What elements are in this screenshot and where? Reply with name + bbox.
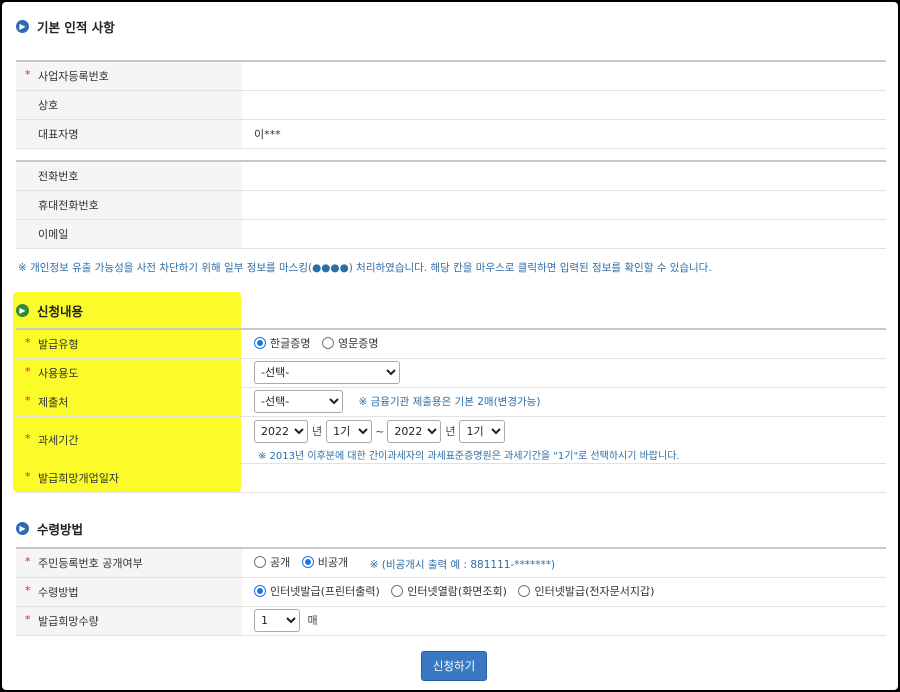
arrow-right-circle-icon: ▶ bbox=[16, 522, 29, 535]
application-section-title: ▶ 신청내용 bbox=[16, 301, 83, 320]
required-star: * bbox=[25, 583, 31, 597]
company-name-value[interactable] bbox=[242, 90, 886, 120]
quantity-select[interactable]: 1 bbox=[254, 609, 300, 632]
biz-reg-no-label: 사업자등록번호 bbox=[38, 69, 109, 83]
radio-selected-icon[interactable] bbox=[301, 555, 314, 568]
purpose-select[interactable]: -선택- bbox=[254, 361, 400, 384]
table-row: * 발급유형 한글증명 영문증명 bbox=[16, 328, 886, 359]
table-row: * 제출처 -선택- ※ 금융기관 제출용은 기본 2매(변경가능) bbox=[16, 387, 886, 417]
table-row: 휴대전화번호 bbox=[16, 190, 886, 220]
radio-unselected-icon[interactable] bbox=[518, 585, 531, 597]
table-row: * 수령방법 인터넷발급(프린터출력) 인터넷열람(화면조회) 인터넷발급(전자문… bbox=[16, 577, 886, 607]
table-row: 전화번호 bbox=[16, 160, 886, 191]
required-star: * bbox=[25, 393, 31, 407]
tax-period-note: ※ 2013년 이후분에 대한 간이과세자의 과세표준증명원은 과세기간을 "1… bbox=[258, 450, 680, 462]
submit-to-note: ※ 금융기관 제출용은 기본 2매(변경가능) bbox=[358, 396, 541, 408]
required-star: * bbox=[25, 431, 31, 445]
ceo-name-value[interactable]: 이*** bbox=[242, 119, 886, 149]
submit-to-select[interactable]: -선택- bbox=[254, 390, 343, 413]
phone-label: 전화번호 bbox=[38, 169, 79, 183]
radio-english[interactable]: 영문증명 bbox=[321, 335, 378, 351]
closure-date-value[interactable] bbox=[242, 463, 886, 493]
quantity-label: 발급희망수량 bbox=[38, 614, 99, 628]
biz-reg-no-value[interactable] bbox=[242, 60, 886, 91]
from-year-select[interactable]: 2022 bbox=[254, 419, 308, 443]
table-row: 대표자명 이*** bbox=[16, 119, 886, 149]
id-public-note: ※ (비공개시 출력 예 : 881111-*******) bbox=[369, 558, 556, 571]
required-star: * bbox=[25, 364, 31, 378]
email-value[interactable] bbox=[242, 219, 886, 249]
mobile-label: 휴대전화번호 bbox=[38, 198, 99, 212]
method-label: 수령방법 bbox=[38, 585, 79, 599]
company-name-label: 상호 bbox=[38, 98, 59, 112]
ceo-name-label: 대표자명 bbox=[38, 127, 79, 141]
contact-table: 전화번호 휴대전화번호 이메일 bbox=[16, 160, 886, 249]
radio-private[interactable]: 비공개 bbox=[301, 554, 348, 570]
table-row: * 과세기간 2022 년 1기 ~ 2022 년 1기 ※ 2013년 이후분에… bbox=[16, 416, 886, 464]
radio-wallet[interactable]: 인터넷발급(전자문서지갑) bbox=[518, 583, 654, 599]
apply-button[interactable]: 신청하기 bbox=[421, 651, 487, 681]
phone-value[interactable] bbox=[242, 160, 886, 191]
to-period-select[interactable]: 1기 bbox=[459, 419, 506, 443]
id-public-label: 주민등록번호 공개여부 bbox=[38, 556, 143, 570]
application-table: * 발급유형 한글증명 영문증명 * 사용용도 -선택- * 제출처 -선택- ※ 금… bbox=[16, 328, 886, 493]
table-row: * 사업자등록번호 bbox=[16, 60, 886, 91]
privacy-note: ※ 개인정보 유출 가능성을 사전 차단하기 위해 일부 정보를 마스킹(●●●… bbox=[18, 262, 712, 274]
table-row: * 주민등록번호 공개여부 공개 비공개 ※ (비공개시 출력 예 : 88111… bbox=[16, 547, 886, 578]
radio-unselected-icon[interactable] bbox=[321, 337, 334, 350]
closure-date-label: 발급희망개업일자 bbox=[38, 471, 119, 485]
required-star: * bbox=[25, 469, 31, 483]
radio-selected-icon[interactable] bbox=[254, 585, 266, 597]
table-row: * 발급희망수량 1 매 bbox=[16, 606, 886, 636]
to-year-select[interactable]: 2022 bbox=[387, 419, 442, 443]
submit-to-label: 제출처 bbox=[38, 395, 69, 409]
radio-print[interactable]: 인터넷발급(프린터출력) bbox=[254, 583, 380, 599]
radio-selected-icon[interactable] bbox=[254, 337, 266, 350]
receipt-section-title: ▶ 수령방법 bbox=[16, 519, 83, 538]
required-star: * bbox=[25, 335, 31, 349]
table-row: * 사용용도 -선택- bbox=[16, 358, 886, 388]
required-star: * bbox=[25, 612, 31, 626]
arrow-right-circle-icon: ▶ bbox=[16, 304, 29, 317]
radio-public[interactable]: 공개 bbox=[254, 554, 290, 570]
table-row: * 발급희망개업일자 bbox=[16, 463, 886, 493]
required-star: * bbox=[25, 67, 31, 81]
receipt-table: * 주민등록번호 공개여부 공개 비공개 ※ (비공개시 출력 예 : 88111… bbox=[16, 547, 886, 636]
table-row: 상호 bbox=[16, 90, 886, 120]
from-period-select[interactable]: 1기 bbox=[326, 419, 373, 443]
tax-period-label: 과세기간 bbox=[38, 433, 79, 447]
mobile-value[interactable] bbox=[242, 190, 886, 220]
radio-unselected-icon[interactable] bbox=[391, 585, 404, 597]
issue-type-label: 발급유형 bbox=[38, 337, 79, 351]
basic-info-table: * 사업자등록번호 상호 대표자명 이*** bbox=[16, 60, 886, 149]
required-star: * bbox=[25, 554, 31, 568]
purpose-label: 사용용도 bbox=[38, 366, 79, 380]
arrow-right-circle-icon: ▶ bbox=[16, 20, 29, 33]
radio-unselected-icon[interactable] bbox=[254, 555, 266, 568]
page: ▶ 기본 인적 사항 * 사업자등록번호 상호 대표자명 이*** 전화번호 휴대… bbox=[2, 2, 898, 690]
email-label: 이메일 bbox=[38, 227, 69, 241]
table-row: 이메일 bbox=[16, 219, 886, 249]
radio-korean[interactable]: 한글증명 bbox=[254, 335, 310, 351]
radio-view[interactable]: 인터넷열람(화면조회) bbox=[391, 583, 507, 599]
basic-section-title: ▶ 기본 인적 사항 bbox=[16, 17, 115, 36]
